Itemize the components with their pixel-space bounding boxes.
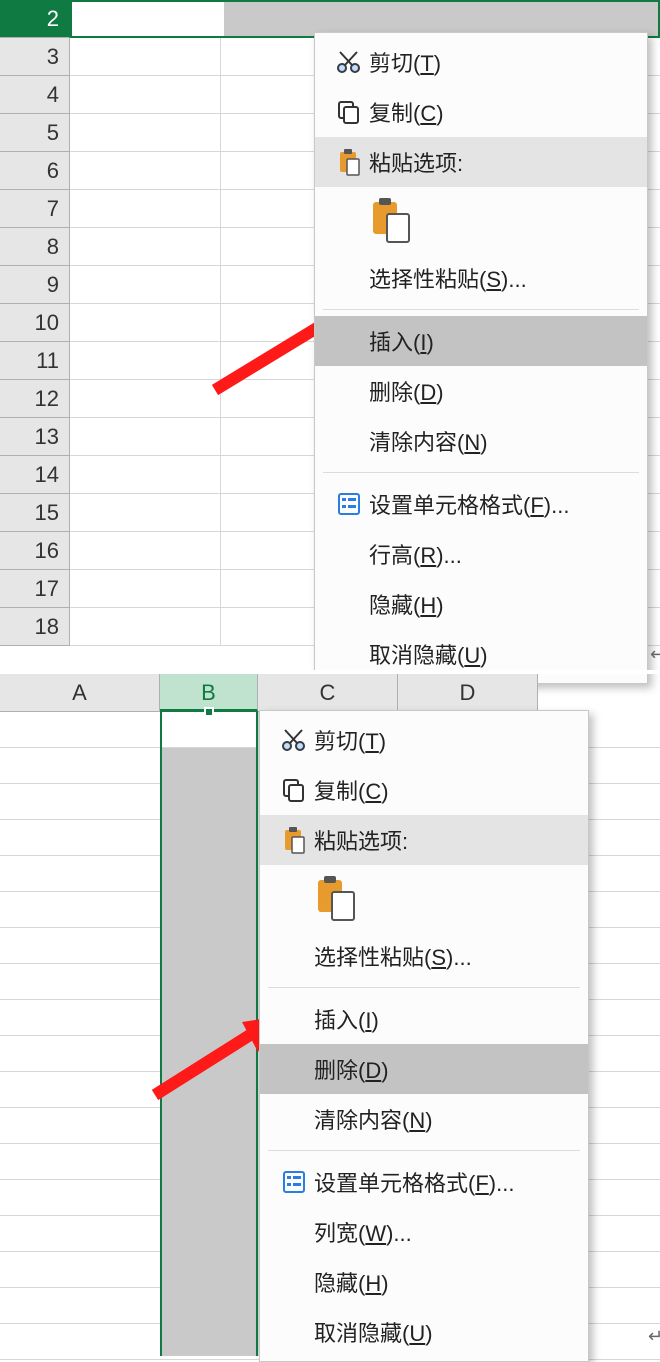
row-header-13[interactable]: 13 <box>0 418 70 456</box>
row-header-9[interactable]: 9 <box>0 266 70 304</box>
active-cell[interactable] <box>162 712 256 748</box>
menu-unhide-label: 取消隐藏(U) <box>314 1316 566 1348</box>
clipboard-paste-icon <box>314 874 358 922</box>
active-cell[interactable] <box>72 2 222 36</box>
menu-cut[interactable]: 剪切(T) <box>315 37 647 87</box>
menu-format-cells[interactable]: 设置单元格格式(F)... <box>315 479 647 529</box>
menu-insert[interactable]: 插入(I) <box>315 316 647 366</box>
row-header-3[interactable]: 3 <box>0 38 70 76</box>
menu-insert[interactable]: 插入(I) <box>260 994 588 1044</box>
return-glyph: ↵ <box>648 1326 660 1347</box>
row-context-menu[interactable]: 剪切(T) 复制(C) 粘贴选项: 选择性粘贴(S)... 插入(I) 删除(D… <box>314 32 648 684</box>
properties-icon <box>274 1170 314 1194</box>
copy-icon <box>274 777 314 803</box>
menu-insert-label: 插入(I) <box>369 325 625 357</box>
properties-icon <box>329 492 369 516</box>
menu-delete[interactable]: 删除(D) <box>315 366 647 416</box>
menu-row-height[interactable]: 行高(R)... <box>315 529 647 579</box>
menu-hide-label: 隐藏(H) <box>314 1266 566 1298</box>
selection-handle[interactable] <box>204 707 214 717</box>
menu-clear-label: 清除内容(N) <box>369 425 625 457</box>
row-header-17[interactable]: 17 <box>0 570 70 608</box>
menu-delete[interactable]: 删除(D) <box>260 1044 588 1094</box>
menu-cut[interactable]: 剪切(T) <box>260 715 588 765</box>
row-header-5[interactable]: 5 <box>0 114 70 152</box>
menu-rowheight-label: 行高(R)... <box>369 538 625 570</box>
menu-copy[interactable]: 复制(C) <box>315 87 647 137</box>
menu-insert-label: 插入(I) <box>314 1003 566 1035</box>
menu-colwidth-label: 列宽(W)... <box>314 1216 566 1248</box>
column-header-A[interactable]: A <box>0 674 160 712</box>
copy-icon <box>329 99 369 125</box>
row-header-16[interactable]: 16 <box>0 532 70 570</box>
menu-cut-label: 剪切(T) <box>314 724 566 756</box>
row-header-8[interactable]: 8 <box>0 228 70 266</box>
menu-separator <box>323 309 639 310</box>
clipboard-paste-icon <box>369 196 413 244</box>
menu-delete-label: 删除(D) <box>369 375 625 407</box>
menu-paste-special-label: 选择性粘贴(S)... <box>314 940 566 972</box>
column-header-D[interactable]: D <box>398 674 538 712</box>
menu-paste-header-label: 粘贴选项: <box>369 146 625 178</box>
scissors-icon <box>274 727 314 753</box>
column-header-C[interactable]: C <box>258 674 398 712</box>
row-header-18[interactable]: 18 <box>0 608 70 646</box>
menu-paste-special[interactable]: 选择性粘贴(S)... <box>260 931 588 981</box>
menu-cut-label: 剪切(T) <box>369 46 625 78</box>
menu-separator <box>268 987 580 988</box>
row-header-7[interactable]: 7 <box>0 190 70 228</box>
row-header-12[interactable]: 12 <box>0 380 70 418</box>
paste-icon <box>329 147 369 177</box>
menu-paste-default[interactable] <box>315 187 647 253</box>
column-headers: ABCD <box>0 674 660 712</box>
row-header-4[interactable]: 4 <box>0 76 70 114</box>
menu-separator <box>268 1150 580 1151</box>
menu-format-label: 设置单元格格式(F)... <box>314 1166 566 1198</box>
menu-unhide[interactable]: 取消隐藏(U) <box>260 1307 588 1357</box>
scissors-icon <box>329 49 369 75</box>
menu-format-cells[interactable]: 设置单元格格式(F)... <box>260 1157 588 1207</box>
return-glyph: ↵ <box>650 644 660 665</box>
row-header-14[interactable]: 14 <box>0 456 70 494</box>
selected-row-fill <box>224 2 658 36</box>
menu-clear[interactable]: 清除内容(N) <box>260 1094 588 1144</box>
menu-paste-options-header: 粘贴选项: <box>315 137 647 187</box>
menu-hide-label: 隐藏(H) <box>369 588 625 620</box>
menu-clear-label: 清除内容(N) <box>314 1103 566 1135</box>
menu-copy[interactable]: 复制(C) <box>260 765 588 815</box>
menu-copy-label: 复制(C) <box>314 774 566 806</box>
menu-paste-options-header: 粘贴选项: <box>260 815 588 865</box>
menu-format-label: 设置单元格格式(F)... <box>369 488 625 520</box>
menu-paste-special[interactable]: 选择性粘贴(S)... <box>315 253 647 303</box>
row-header-6[interactable]: 6 <box>0 152 70 190</box>
menu-hide[interactable]: 隐藏(H) <box>260 1257 588 1307</box>
menu-copy-label: 复制(C) <box>369 96 625 128</box>
row-header-10[interactable]: 10 <box>0 304 70 342</box>
menu-paste-header-label: 粘贴选项: <box>314 824 566 856</box>
row-header-15[interactable]: 15 <box>0 494 70 532</box>
menu-paste-special-label: 选择性粘贴(S)... <box>369 262 625 294</box>
menu-column-width[interactable]: 列宽(W)... <box>260 1207 588 1257</box>
paste-icon <box>274 825 314 855</box>
row-header-2[interactable]: 2 <box>0 0 70 38</box>
column-context-menu[interactable]: 剪切(T) 复制(C) 粘贴选项: 选择性粘贴(S)... 插入(I) 删除(D… <box>259 710 589 1362</box>
row-header-11[interactable]: 11 <box>0 342 70 380</box>
menu-hide[interactable]: 隐藏(H) <box>315 579 647 629</box>
menu-separator <box>323 472 639 473</box>
selected-column-fill <box>160 712 258 1356</box>
menu-paste-default[interactable] <box>260 865 588 931</box>
menu-delete-label: 删除(D) <box>314 1053 566 1085</box>
menu-unhide-label: 取消隐藏(U) <box>369 638 625 670</box>
menu-clear[interactable]: 清除内容(N) <box>315 416 647 466</box>
